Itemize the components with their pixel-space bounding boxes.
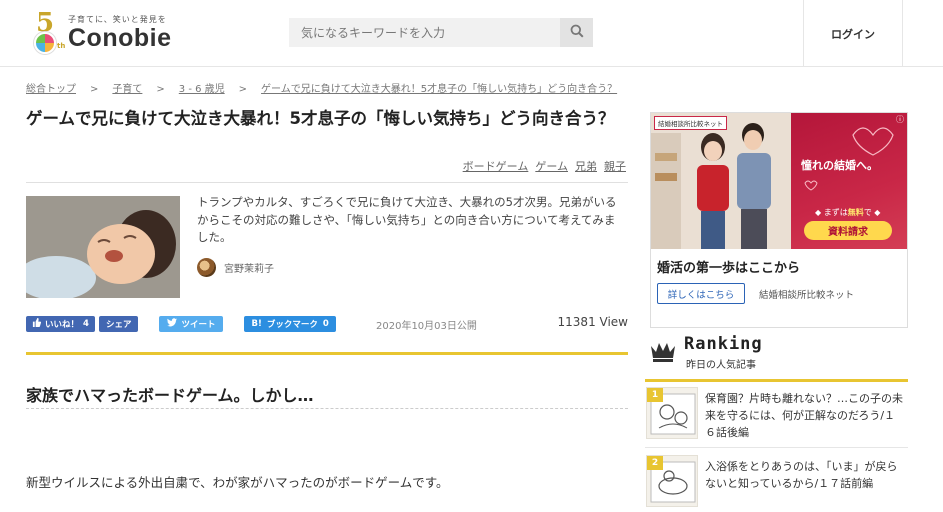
ad-headline: 婚活の第一歩はここから bbox=[657, 261, 801, 276]
crown-icon bbox=[650, 340, 676, 366]
ranking-title: Ranking bbox=[684, 334, 763, 354]
ad-detail-label: 詳しくはこちら bbox=[667, 289, 735, 301]
author-byline[interactable]: 宮野茉莉子 bbox=[197, 258, 274, 277]
search-bar bbox=[289, 18, 593, 47]
breadcrumb-separator: > bbox=[238, 84, 248, 95]
article-body-paragraph: 新型ウイルスによる外出自粛で、わが家がハマったのがボードゲームです。 bbox=[26, 475, 449, 490]
breadcrumb-separator: > bbox=[90, 84, 99, 95]
tag-board-game[interactable]: ボードゲーム bbox=[463, 160, 529, 173]
thumbs-up-icon bbox=[32, 318, 42, 330]
ad-detail-button[interactable]: 詳しくはこちら bbox=[657, 283, 745, 304]
search-input[interactable] bbox=[289, 18, 560, 47]
logo-circle-icon bbox=[34, 32, 56, 54]
breadcrumb: 総合トップ > 子育て >3 - 6 歳児 > ゲームで兄に負けて大泣き大暴れ！5才息子の… bbox=[26, 80, 617, 95]
badge-suffix: th bbox=[57, 42, 66, 50]
facebook-like-button[interactable]: いいね！ 4 bbox=[26, 316, 95, 332]
ranking-separator bbox=[645, 447, 908, 448]
ad-badge: 結婚相談所比較ネット bbox=[654, 116, 727, 130]
ranking-item-title: 保育園？片時も離れない？…この子の未来を守るには、何が正解なのだろう/１６話後編 bbox=[705, 392, 903, 439]
author-avatar bbox=[197, 258, 216, 277]
search-button[interactable] bbox=[560, 18, 593, 47]
breadcrumb-top[interactable]: 総合トップ bbox=[26, 84, 76, 95]
heading-underline bbox=[26, 408, 628, 409]
tweet-label: ツイート bbox=[181, 320, 216, 330]
ranking-header: Ranking 昨日の人気記事 bbox=[650, 334, 908, 378]
ad-free-strong: 無料 bbox=[847, 208, 864, 217]
ad-catchphrase: 憧れの結婚へ。 bbox=[801, 159, 878, 172]
ranking-item[interactable]: 1 保育園？片時も離れない？…この子の未来を守るには、何が正解なのだろう/１６話… bbox=[645, 384, 908, 444]
search-icon bbox=[570, 24, 584, 41]
article-lead: トランプやカルタ、すごろくで兄に負けて大泣き、大暴れの5才次男。兄弟がいるからこ… bbox=[197, 195, 617, 244]
view-count: 11381 View bbox=[557, 315, 628, 329]
login-button[interactable]: ログイン bbox=[803, 0, 903, 67]
ranking-subtitle: 昨日の人気記事 bbox=[686, 360, 756, 371]
tag-siblings[interactable]: 兄弟 bbox=[575, 160, 597, 173]
site-header: 5 th 子育てに、笑いと発見を Conobie ログイン bbox=[0, 0, 943, 67]
bookmark-count: 0 bbox=[322, 319, 329, 329]
rank-number: 1 bbox=[647, 388, 663, 402]
article-title: ゲームで兄に負けて大泣き大暴れ！5才息子の「悔しい気持ち」どう向き合う？ bbox=[26, 109, 615, 128]
tweet-button[interactable]: ツイート bbox=[159, 316, 224, 332]
logo-wordmark: Conobie bbox=[68, 24, 172, 52]
ranking-thumbnail: 2 bbox=[646, 455, 698, 507]
ranking-thumbnail: 1 bbox=[646, 387, 698, 439]
twitter-bird-icon bbox=[167, 318, 178, 330]
site-logo[interactable]: 5 th 子育てに、笑いと発見を Conobie bbox=[30, 10, 190, 56]
section-divider bbox=[26, 352, 628, 355]
hatena-icon: B! bbox=[251, 319, 262, 329]
share-label: シェア bbox=[105, 320, 132, 330]
section-heading: 家族でハマったボードゲーム。しかし… bbox=[26, 386, 314, 405]
ad-info-icon[interactable]: ⓘ bbox=[895, 115, 905, 125]
article-thumbnail bbox=[26, 196, 180, 298]
breadcrumb-age[interactable]: 3 - 6 歳児 bbox=[179, 84, 225, 95]
login-label: ログイン bbox=[831, 27, 875, 41]
breadcrumb-parenting[interactable]: 子育て bbox=[112, 84, 142, 95]
ad-couple-photo bbox=[651, 113, 791, 249]
breadcrumb-separator: > bbox=[156, 84, 165, 95]
sidebar-ad[interactable]: 結婚相談所比較ネット ⓘ 憧れの結婚へ。 ◆ まずは無料で ◆ 資料請求 婚活の… bbox=[650, 112, 908, 328]
ad-free-prefix: まずは bbox=[823, 208, 848, 217]
like-label: いいね！ bbox=[45, 320, 80, 330]
ad-sponsor: 結婚相談所比較ネット bbox=[759, 290, 855, 301]
tag-list: ボードゲーム ゲーム 兄弟 親子 bbox=[456, 158, 626, 174]
bookmark-label: ブックマーク bbox=[266, 320, 318, 330]
share-bar: いいね！ 4 シェア ツイート B! ブックマーク 0 bbox=[26, 316, 336, 332]
ranking-item[interactable]: 2 入浴係をとりあうのは、「いま」が戻らないと知っているから/１７話前編 bbox=[645, 452, 908, 512]
divider bbox=[26, 182, 628, 183]
facebook-share-button[interactable]: シェア bbox=[98, 316, 139, 332]
anniversary-badge: 5 th bbox=[30, 10, 66, 54]
hatena-bookmark-button[interactable]: B! ブックマーク 0 bbox=[244, 316, 336, 332]
author-name: 宮野茉莉子 bbox=[224, 264, 274, 275]
tag-parent-child[interactable]: 親子 bbox=[604, 160, 626, 173]
tag-game[interactable]: ゲーム bbox=[535, 160, 568, 173]
ad-text-area: 婚活の第一歩はここから 詳しくはこちら 結婚相談所比較ネット bbox=[651, 249, 907, 327]
published-date: 2020年10月03日公開 bbox=[376, 321, 477, 332]
ad-free-suffix: で bbox=[863, 208, 872, 217]
rank-number: 2 bbox=[647, 456, 663, 470]
breadcrumb-current[interactable]: ゲームで兄に負けて大泣き大暴れ！5才息子の「悔しい気持ち」どう向き合う？ bbox=[261, 84, 617, 95]
ranking-item-title: 入浴係をとりあうのは、「いま」が戻らないと知っているから/１７話前編 bbox=[705, 460, 898, 490]
ad-cta-label: 資料請求 bbox=[828, 227, 868, 238]
ad-free-text: ◆ まずは無料で ◆ bbox=[815, 208, 881, 217]
ranking-divider bbox=[645, 379, 908, 382]
ad-request-button[interactable]: 資料請求 bbox=[804, 221, 892, 240]
like-count: 4 bbox=[83, 319, 89, 329]
